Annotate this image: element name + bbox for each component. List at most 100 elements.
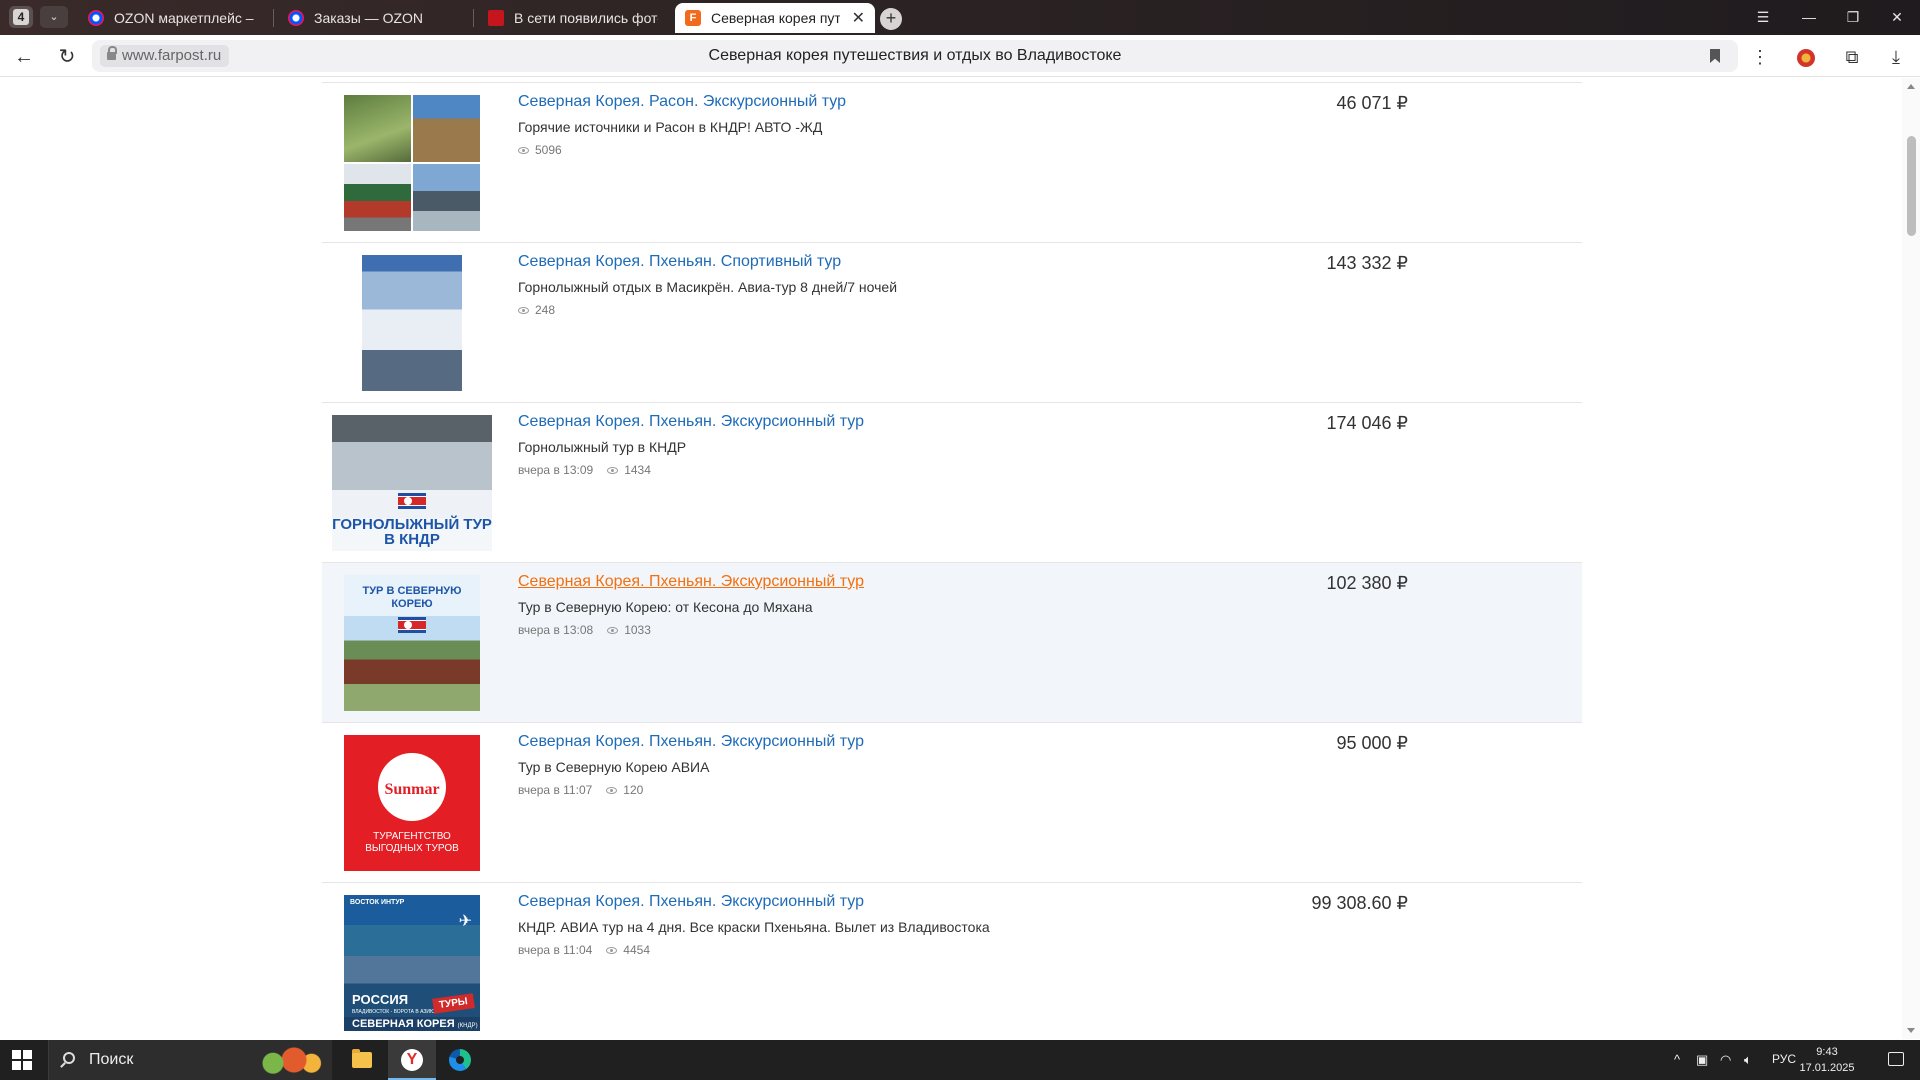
- collage-image: [344, 95, 480, 231]
- listing-description: Тур в Северную Корею: от Кесона до Мяхан…: [518, 599, 813, 615]
- clock-date: 17.01.2025: [1799, 1062, 1855, 1074]
- file-explorer-button[interactable]: [338, 1040, 386, 1080]
- thumbnail-subheading: ВЛАДИВОСТОК - ВОРОТА В АЗИЮ: [352, 1009, 436, 1015]
- monitor-icon[interactable]: ▣: [1696, 1052, 1708, 1068]
- chevron-down-icon[interactable]: ⌄: [40, 6, 68, 28]
- listing-thumbnail[interactable]: ТУР В СЕВЕРНУЮ КОРЕЮ: [344, 575, 480, 711]
- listing-title-link[interactable]: Северная Корея. Пхеньян. Спортивный тур: [518, 253, 841, 271]
- address-page-title: Северная корея путешествия и отдых во Вл…: [708, 47, 1122, 64]
- close-icon[interactable]: ✕: [852, 8, 865, 28]
- listing-price: 99 308.60 ₽: [1311, 893, 1408, 913]
- views-eye-icon: [607, 466, 619, 474]
- minimize-icon[interactable]: —: [1786, 0, 1832, 35]
- new-tab-plus-icon[interactable]: +: [880, 8, 902, 30]
- listing-description: Горнолыжный отдых в Масикрён. Авиа-тур 8…: [518, 279, 898, 295]
- tab-separator: [273, 9, 274, 27]
- listing-meta: 5096: [518, 143, 562, 157]
- listing-row[interactable]: ТУР В СЕВЕРНУЮ КОРЕЮ Северная Корея. Пхе…: [322, 563, 1582, 723]
- edge-browser-button[interactable]: [436, 1040, 484, 1080]
- tab-farpost-active[interactable]: F Северная корея путеш ✕: [675, 3, 875, 33]
- thumbnail-caption: ТУРАГЕНТСТВО ВЫГОДНЫХ ТУРОВ: [365, 831, 459, 854]
- views-count: 1033: [624, 623, 651, 637]
- restore-icon[interactable]: ❐: [1830, 0, 1876, 35]
- tab-ozon-marketplace[interactable]: OZON маркетплейс – ми: [78, 3, 268, 33]
- address-bar[interactable]: Северная корея путешествия и отдых во Вл…: [92, 40, 1738, 72]
- listing-row[interactable]: ГОРНОЛЫЖНЫЙ ТУР В КНДР Северная Корея. П…: [322, 403, 1582, 563]
- listing-thumbnail[interactable]: ГОРНОЛЫЖНЫЙ ТУР В КНДР: [332, 415, 492, 551]
- views-eye-icon: [607, 626, 619, 634]
- tab-news[interactable]: В сети появились фото пл: [478, 3, 668, 33]
- listing-thumbnail[interactable]: [344, 95, 480, 231]
- sunmar-logo-text: Sunmar: [384, 781, 440, 798]
- listing-row[interactable]: Северная Корея. Пхеньян. Спортивный тур …: [322, 243, 1582, 403]
- extension-icon[interactable]: [1792, 43, 1820, 71]
- tab-title: В сети появились фото пл: [514, 10, 658, 26]
- listing-thumbnail[interactable]: [344, 255, 480, 391]
- views-count: 4454: [623, 943, 650, 957]
- download-icon[interactable]: ⤓: [1882, 43, 1910, 71]
- clock[interactable]: 9:43 17.01.2025: [1792, 1044, 1862, 1076]
- browser-toolbar: ← ↻ Северная корея путешествия и отдых в…: [0, 35, 1920, 77]
- listing-row[interactable]: Северная Корея. Расон. Экскурсионный тур…: [322, 83, 1582, 243]
- folder-icon: [352, 1049, 372, 1068]
- lock-icon: [107, 46, 117, 61]
- thumbnail-tag: ТУРЫ: [432, 993, 475, 1014]
- listing-title-link[interactable]: Северная Корея. Пхеньян. Экскурсионный т…: [518, 573, 864, 591]
- listing-title-link[interactable]: Северная Корея. Пхеньян. Экскурсионный т…: [518, 413, 864, 431]
- thumbnail-country-bar: СЕВЕРНАЯ КОРЕЯ (КНДР): [344, 1017, 480, 1031]
- page-scrollbar[interactable]: [1902, 78, 1920, 1039]
- views-count: 120: [623, 783, 644, 797]
- collections-icon[interactable]: ⧉: [1838, 43, 1866, 71]
- yandex-browser-button[interactable]: Y: [388, 1040, 436, 1080]
- thumbnail-brand: ВОСТОК ИНТУР: [350, 899, 405, 906]
- tab-ozon-orders[interactable]: Заказы — OZON: [278, 3, 468, 33]
- tab-title: Заказы — OZON: [314, 10, 424, 26]
- browser-menu-icon[interactable]: ☰: [1740, 0, 1786, 35]
- listing-date: вчера в 11:07: [518, 783, 593, 797]
- speaker-icon[interactable]: 🔈︎: [1744, 1052, 1752, 1068]
- listing-meta: вчера в 11:07 120: [518, 783, 643, 797]
- listing-description: Горячие источники и Расон в КНДР! АВТО -…: [518, 119, 823, 135]
- chevron-up-icon[interactable]: ^: [1674, 1052, 1680, 1067]
- listing-price: 102 380 ₽: [1326, 573, 1408, 593]
- back-arrow-icon[interactable]: ←: [10, 43, 38, 71]
- ozon-icon: [88, 10, 104, 26]
- scrollbar-thumb[interactable]: [1907, 136, 1916, 236]
- taskbar-search[interactable]: Поиск: [48, 1040, 332, 1080]
- listing-date: вчера в 13:09: [518, 463, 594, 477]
- tab-count-button[interactable]: 4: [9, 6, 33, 28]
- scroll-down-arrow-icon[interactable]: [1907, 1028, 1915, 1033]
- listings: Северная Корея. Расон. Экскурсионный тур…: [322, 82, 1582, 1039]
- more-options-icon[interactable]: ⋮: [1746, 43, 1774, 71]
- listing-thumbnail[interactable]: Sunmar ТУРАГЕНТСТВО ВЫГОДНЫХ ТУРОВ: [344, 735, 480, 871]
- tab-separator: [473, 9, 474, 27]
- listing-title-link[interactable]: Северная Корея. Расон. Экскурсионный тур: [518, 93, 846, 111]
- ski-poster-image: [362, 255, 462, 391]
- listing-title-link[interactable]: Северная Корея. Пхеньян. Экскурсионный т…: [518, 893, 864, 911]
- search-icon: [63, 1052, 75, 1064]
- window-close-icon[interactable]: ✕: [1874, 0, 1920, 35]
- wifi-icon[interactable]: ◠: [1720, 1052, 1731, 1068]
- listing-row[interactable]: ВОСТОК ИНТУР ✈ РОССИЯ ВЛАДИВОСТОК - ВОРО…: [322, 883, 1582, 1039]
- page-content: Северная Корея. Расон. Экскурсионный тур…: [0, 78, 1902, 1039]
- notifications-icon[interactable]: [1888, 1052, 1904, 1066]
- listing-title-link[interactable]: Северная Корея. Пхеньян. Экскурсионный т…: [518, 733, 864, 751]
- browser-tab-strip: 4 ⌄ OZON маркетплейс – ми Заказы — OZON …: [0, 0, 1920, 35]
- listing-description: Горнолыжный тур в КНДР: [518, 439, 687, 455]
- views-count: 248: [535, 303, 556, 317]
- news-icon: [488, 10, 504, 26]
- ski-resort-image: ГОРНОЛЫЖНЫЙ ТУР В КНДР: [332, 415, 492, 551]
- url-pill[interactable]: www.farpost.ru: [100, 45, 230, 67]
- listing-row[interactable]: Sunmar ТУРАГЕНТСТВО ВЫГОДНЫХ ТУРОВ Север…: [322, 723, 1582, 883]
- scroll-up-arrow-icon[interactable]: [1907, 84, 1915, 89]
- thumbnail-caption: ТУР В СЕВЕРНУЮ КОРЕЮ: [362, 585, 462, 610]
- views-count: 1434: [624, 463, 651, 477]
- airplane-icon: ✈: [458, 913, 472, 930]
- listing-description: Тур в Северную Корею АВИА: [518, 759, 710, 775]
- reload-icon[interactable]: ↻: [53, 43, 81, 71]
- listing-thumbnail[interactable]: ВОСТОК ИНТУР ✈ РОССИЯ ВЛАДИВОСТОК - ВОРО…: [344, 895, 480, 1031]
- url-text: www.farpost.ru: [122, 47, 222, 64]
- views-eye-icon: [606, 946, 618, 954]
- views-eye-icon: [518, 146, 529, 154]
- windows-start-icon[interactable]: [12, 1050, 32, 1070]
